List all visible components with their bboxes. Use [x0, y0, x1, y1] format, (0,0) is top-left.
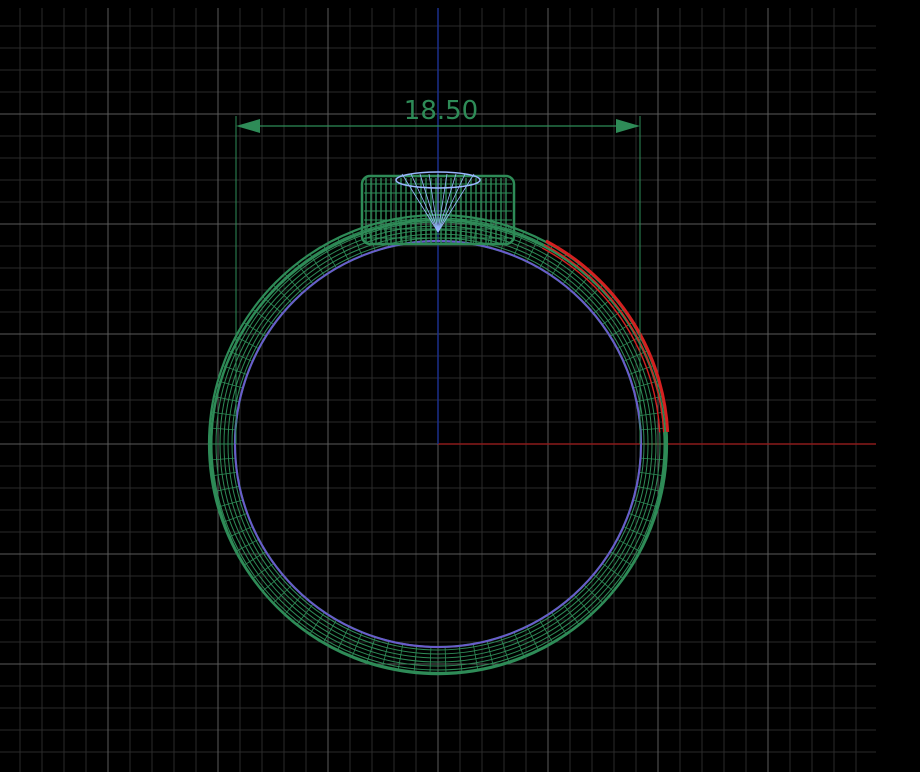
- shank-wire: [397, 643, 404, 670]
- ring-shank-selected-edge[interactable]: [541, 239, 670, 433]
- shank-wire: [222, 513, 248, 523]
- shank-wire: [382, 640, 390, 667]
- dimension-value-label: 18.50: [404, 96, 478, 126]
- shank-wire: [638, 471, 665, 477]
- shank-wire: [366, 636, 376, 662]
- shank-wire: [472, 643, 479, 670]
- shank-wire: [628, 513, 654, 523]
- selected-edge: [543, 243, 665, 433]
- shank-wire: [633, 499, 659, 508]
- shank-wire: [272, 584, 293, 604]
- shank-wire: [500, 636, 510, 662]
- shank-wire: [217, 499, 243, 508]
- shank-wire: [209, 427, 236, 431]
- shank-wire: [209, 457, 236, 461]
- shank-wire: [211, 411, 238, 417]
- shank-wire: [583, 584, 604, 604]
- selected-edge: [545, 239, 670, 433]
- shank-wire: [486, 640, 494, 667]
- shank-wire: [444, 646, 447, 673]
- shank-wire: [640, 427, 667, 431]
- shank-wire: [211, 471, 238, 477]
- shank-wire: [429, 646, 432, 673]
- shank-wire: [638, 411, 665, 417]
- viewport-canvas[interactable]: 18.50: [0, 0, 920, 772]
- shank-wire: [640, 457, 667, 461]
- cad-viewport[interactable]: 18.50: [0, 0, 920, 772]
